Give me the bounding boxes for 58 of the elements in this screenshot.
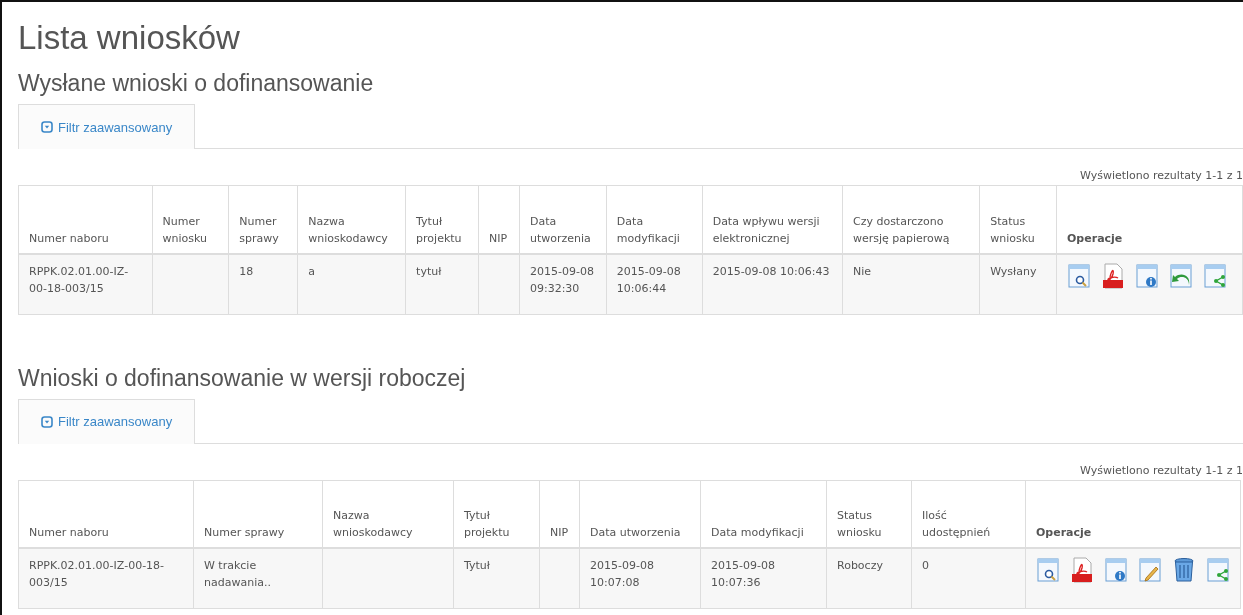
column-header: Status wniosku <box>837 509 882 539</box>
filter-tab[interactable]: Filtr zaawansowany <box>18 104 196 149</box>
table-cell: 2015-09-08 10:07:36 <box>711 559 775 589</box>
info-document-icon[interactable] <box>1135 262 1159 289</box>
table-cell: RPPK.02.01.00-IZ-00-18-003/15 <box>29 559 165 589</box>
info-document-icon[interactable] <box>1104 557 1128 583</box>
table-cell: W trakcie nadawania.. <box>204 559 271 589</box>
table-cell: 2015-09-08 10:07:08 <box>590 559 654 589</box>
column-header: Data modyfikacji <box>711 526 804 539</box>
share-document-icon[interactable] <box>1206 557 1230 583</box>
column-header: Operacje <box>1067 231 1123 245</box>
column-header: Tytuł projektu <box>416 214 462 245</box>
column-header: Tytuł projektu <box>464 509 510 539</box>
column-header: Nazwa wnioskodawcy <box>333 509 413 539</box>
table-cell: Roboczy <box>837 559 883 572</box>
table-cell: 18 <box>239 264 254 278</box>
table-cell: Wysłany <box>990 264 1037 278</box>
dropdown-icon <box>41 415 53 428</box>
column-header: Numer sprawy <box>239 214 279 245</box>
table-cell: 2015-09-08 09:32:30 <box>529 264 594 295</box>
results-count: Wyświetlono rezultaty 1-1 z 1 <box>1080 463 1243 477</box>
table-cell: Tytuł <box>464 559 490 572</box>
column-header: Operacje <box>1036 526 1092 539</box>
pdf-document-icon[interactable] <box>1070 557 1094 583</box>
table-cell: 2015-09-08 10:06:43 <box>712 264 830 278</box>
column-header: Status wniosku <box>990 214 1035 245</box>
table-cell: Nie <box>852 264 872 278</box>
column-header: Numer naboru <box>29 231 109 245</box>
section-heading: Wnioski o dofinansowanie w wersji roboczej <box>18 363 467 393</box>
column-header: Czy dostarczono wersję papierową <box>852 214 950 245</box>
trash-bin-icon[interactable] <box>1172 557 1196 583</box>
results-count: Wyświetlono rezultaty 1-1 z 1 <box>1080 169 1243 182</box>
table-cell: 2015-09-08 10:06:44 <box>616 264 681 295</box>
column-header: Data utworzenia <box>590 526 681 539</box>
column-header: Data wpływu wersji elektronicznej <box>712 214 820 245</box>
column-header: Data utworzenia <box>529 214 591 245</box>
column-header: Numer naboru <box>29 526 109 539</box>
column-header: Nazwa wnioskodawcy <box>308 214 388 245</box>
dropdown-icon <box>41 121 53 133</box>
share-document-icon[interactable] <box>1203 262 1227 289</box>
preview-document-icon[interactable] <box>1036 557 1060 583</box>
column-header: NIP <box>489 231 508 245</box>
column-header: Data modyfikacji <box>616 214 680 245</box>
column-header: Numer wniosku <box>162 214 208 245</box>
table-cell: a <box>308 264 315 278</box>
page-title: Lista wniosków <box>18 18 241 58</box>
return-document-icon[interactable] <box>1169 262 1193 289</box>
table-cell: tytuł <box>416 264 442 278</box>
filter-tab[interactable]: Filtr zaawansowany <box>18 398 196 444</box>
pdf-document-icon[interactable] <box>1101 262 1125 289</box>
section-heading: Wysłane wnioski o dofinansowanie <box>18 69 375 98</box>
preview-document-icon[interactable] <box>1067 262 1091 289</box>
edit-document-icon[interactable] <box>1138 557 1162 583</box>
column-header: NIP <box>550 526 569 539</box>
column-header: Numer sprawy <box>204 526 285 539</box>
table-cell: 0 <box>922 559 929 572</box>
table-cell: RPPK.02.01.00-IZ-00-18-003/15 <box>29 264 129 295</box>
column-header: Ilość udostępnień <box>922 509 991 539</box>
